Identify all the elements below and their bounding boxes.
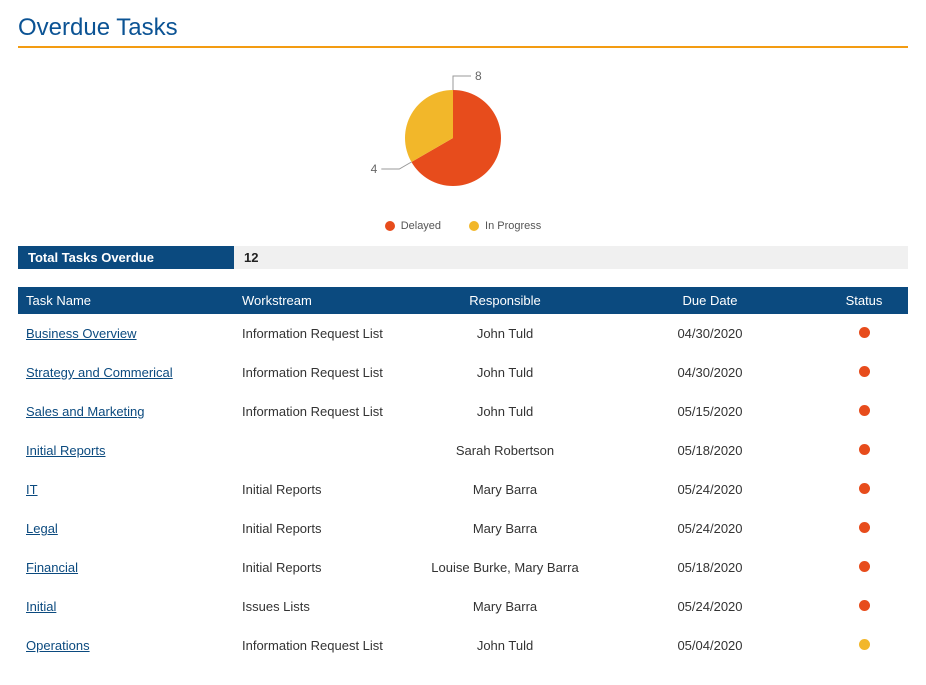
legend-swatch-in-progress bbox=[469, 221, 479, 231]
legend-entry-delayed: Delayed bbox=[385, 220, 441, 232]
pie-label: 8 bbox=[475, 69, 482, 83]
pie-chart: 84 bbox=[343, 58, 583, 208]
cell-responsible: John Tuld bbox=[410, 632, 600, 659]
cell-due-date: 05/24/2020 bbox=[600, 515, 820, 542]
cell-workstream: Initial Reports bbox=[234, 554, 410, 581]
cell-responsible: Mary Barra bbox=[410, 593, 600, 620]
status-dot bbox=[859, 405, 870, 416]
cell-due-date: 05/18/2020 bbox=[600, 554, 820, 581]
table-row: Financial Initial ReportsLouise Burke, Ma… bbox=[18, 548, 908, 587]
cell-responsible: John Tuld bbox=[410, 359, 600, 386]
table-row: Initial Reports Sarah Robertson05/18/2020 bbox=[18, 431, 908, 470]
cell-responsible: Mary Barra bbox=[410, 476, 600, 503]
table-row: IT Initial ReportsMary Barra05/24/2020 bbox=[18, 470, 908, 509]
task-link[interactable]: Initial bbox=[26, 599, 56, 614]
task-link[interactable]: Strategy and Commerical bbox=[26, 365, 173, 380]
cell-due-date: 04/30/2020 bbox=[600, 320, 820, 347]
summary-label: Total Tasks Overdue bbox=[18, 246, 234, 269]
legend-swatch-delayed bbox=[385, 221, 395, 231]
cell-workstream: Information Request List bbox=[234, 398, 410, 425]
status-dot bbox=[859, 366, 870, 377]
cell-status bbox=[820, 359, 908, 386]
task-link[interactable]: Business Overview bbox=[26, 326, 137, 341]
legend-label-in-progress: In Progress bbox=[485, 220, 541, 232]
status-dot bbox=[859, 600, 870, 611]
cell-responsible: John Tuld bbox=[410, 398, 600, 425]
cell-responsible: Louise Burke, Mary Barra bbox=[410, 554, 600, 581]
col-header-name: Task Name bbox=[18, 287, 234, 314]
status-dot bbox=[859, 444, 870, 455]
chart-legend: Delayed In Progress bbox=[385, 220, 542, 232]
status-dot bbox=[859, 522, 870, 533]
col-header-responsible: Responsible bbox=[410, 287, 600, 314]
status-dot bbox=[859, 639, 870, 650]
status-dot bbox=[859, 561, 870, 572]
title-rule bbox=[18, 46, 908, 48]
cell-status bbox=[820, 476, 908, 503]
cell-workstream: Information Request List bbox=[234, 632, 410, 659]
table-row: Legal Initial ReportsMary Barra05/24/2020 bbox=[18, 509, 908, 548]
task-link[interactable]: IT bbox=[26, 482, 38, 497]
legend-label-delayed: Delayed bbox=[401, 220, 441, 232]
legend-entry-in-progress: In Progress bbox=[469, 220, 541, 232]
col-header-workstream: Workstream bbox=[234, 287, 410, 314]
cell-status bbox=[820, 437, 908, 464]
task-link[interactable]: Operations bbox=[26, 638, 90, 653]
table-row: Strategy and Commerical Information Reque… bbox=[18, 353, 908, 392]
cell-due-date: 04/30/2020 bbox=[600, 359, 820, 386]
cell-responsible: John Tuld bbox=[410, 320, 600, 347]
task-link[interactable]: Legal bbox=[26, 521, 58, 536]
cell-status bbox=[820, 398, 908, 425]
status-dot bbox=[859, 483, 870, 494]
cell-status bbox=[820, 515, 908, 542]
cell-due-date: 05/04/2020 bbox=[600, 632, 820, 659]
page-title: Overdue Tasks bbox=[18, 14, 908, 46]
cell-due-date: 05/24/2020 bbox=[600, 476, 820, 503]
cell-responsible: Sarah Robertson bbox=[410, 437, 600, 464]
cell-workstream: Initial Reports bbox=[234, 476, 410, 503]
cell-due-date: 05/18/2020 bbox=[600, 437, 820, 464]
cell-workstream: Information Request List bbox=[234, 320, 410, 347]
cell-due-date: 05/24/2020 bbox=[600, 593, 820, 620]
task-link[interactable]: Financial bbox=[26, 560, 78, 575]
pie-chart-container: 84 Delayed In Progress bbox=[18, 58, 908, 232]
cell-status bbox=[820, 320, 908, 347]
col-header-status: Status bbox=[820, 287, 908, 314]
cell-responsible: Mary Barra bbox=[410, 515, 600, 542]
cell-status bbox=[820, 593, 908, 620]
cell-due-date: 05/15/2020 bbox=[600, 398, 820, 425]
summary-row: Total Tasks Overdue 12 bbox=[18, 246, 908, 269]
cell-workstream: Initial Reports bbox=[234, 515, 410, 542]
table-row: Initial Issues ListsMary Barra05/24/2020 bbox=[18, 587, 908, 626]
table-row: Business Overview Information Request Lis… bbox=[18, 314, 908, 353]
table-row: Sales and Marketing Information Request L… bbox=[18, 392, 908, 431]
table-body: Business Overview Information Request Lis… bbox=[18, 314, 908, 665]
cell-workstream bbox=[234, 437, 410, 464]
task-link[interactable]: Sales and Marketing bbox=[26, 404, 145, 419]
table-header: Task Name Workstream Responsible Due Dat… bbox=[18, 287, 908, 314]
cell-workstream: Information Request List bbox=[234, 359, 410, 386]
table-row: Operations Information Request ListJohn T… bbox=[18, 626, 908, 665]
pie-label: 4 bbox=[371, 162, 378, 176]
summary-value: 12 bbox=[234, 246, 268, 269]
task-link[interactable]: Initial Reports bbox=[26, 443, 105, 458]
col-header-due: Due Date bbox=[600, 287, 820, 314]
status-dot bbox=[859, 327, 870, 338]
cell-status bbox=[820, 554, 908, 581]
cell-workstream: Issues Lists bbox=[234, 593, 410, 620]
cell-status bbox=[820, 632, 908, 659]
